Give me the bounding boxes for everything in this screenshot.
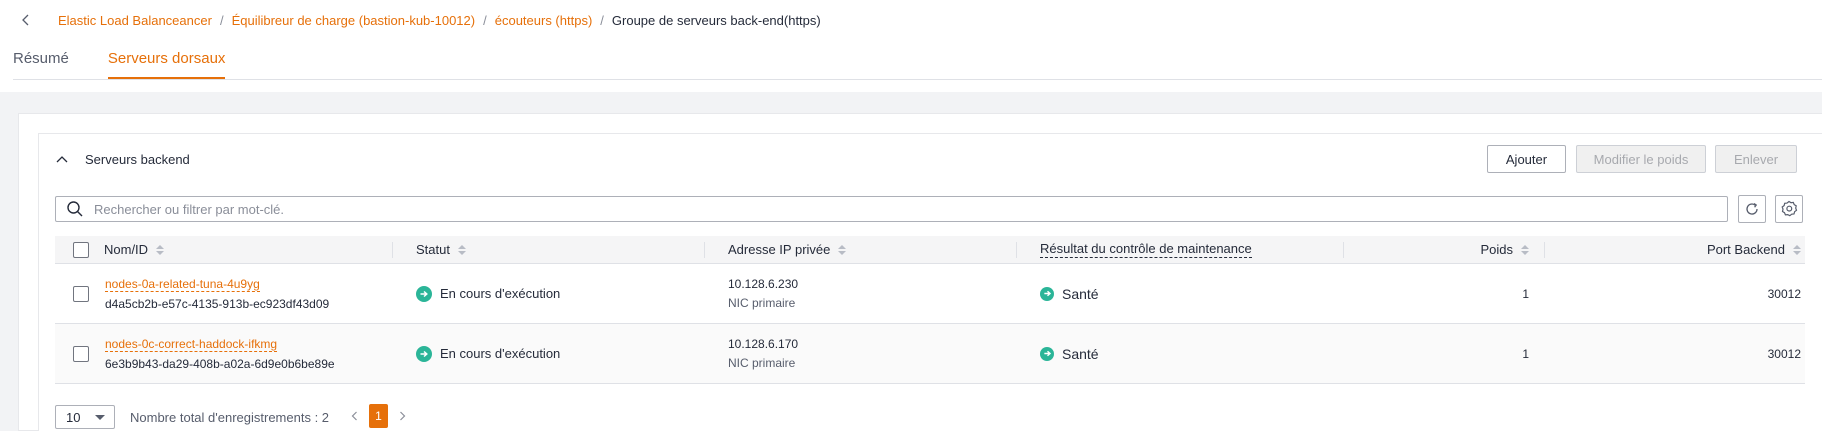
- column-separator: [392, 242, 393, 258]
- prev-page-button[interactable]: [347, 408, 361, 424]
- running-status-icon: [416, 285, 432, 302]
- chevron-left-icon: [351, 411, 358, 421]
- chevron-up-icon[interactable]: [55, 152, 69, 166]
- status-text: En cours d'exécution: [440, 346, 561, 361]
- weight-value: 1: [1522, 346, 1529, 361]
- search-icon: [66, 200, 84, 218]
- nic-type: NIC primaire: [728, 356, 796, 370]
- backend-servers-table: Nom/ID Statut Adresse IP privée Résultat…: [55, 236, 1805, 384]
- column-header-weight[interactable]: Poids: [1480, 242, 1513, 257]
- column-separator: [1343, 242, 1344, 258]
- breadcrumb-separator: /: [600, 12, 604, 28]
- column-separator: [1544, 242, 1545, 258]
- page-button-current[interactable]: 1: [369, 404, 388, 428]
- server-id: 6e3b9b43-da29-408b-a02a-6d9e0b6be89e: [105, 356, 335, 371]
- breadcrumb-listener-link[interactable]: écouteurs (https): [495, 13, 593, 28]
- back-arrow-icon[interactable]: [18, 12, 34, 28]
- tabs-divider: [13, 79, 1822, 80]
- sort-icon[interactable]: [838, 244, 847, 255]
- health-status: Santé: [1062, 345, 1099, 362]
- total-records: Nombre total d'enregistrements : 2: [130, 410, 330, 425]
- gear-icon: [1780, 200, 1798, 218]
- page-size-value: 10: [66, 409, 81, 425]
- nic-type: NIC primaire: [728, 296, 796, 310]
- server-name-link[interactable]: nodes-0a-related-tuna-4u9yg: [105, 277, 260, 292]
- healthy-status-icon: [1040, 286, 1054, 301]
- next-page-button[interactable]: [395, 408, 409, 424]
- column-header-status[interactable]: Statut: [416, 242, 450, 257]
- tab-bar: Résumé Serveurs dorsaux: [13, 50, 264, 80]
- breadcrumb-elb-link[interactable]: Elastic Load Balanceancer: [58, 13, 212, 28]
- sort-icon[interactable]: [1793, 244, 1801, 255]
- chevron-right-icon: [399, 411, 406, 421]
- page-size-select[interactable]: 10: [55, 405, 115, 429]
- backend-port-value: 30012: [1767, 286, 1801, 301]
- breadcrumb-load-balancer-link[interactable]: Équilibreur de charge (bastion-kub-10012…: [232, 13, 476, 28]
- private-ip: 10.128.6.170: [728, 337, 799, 351]
- sort-icon[interactable]: [156, 244, 165, 255]
- table-row: nodes-0a-related-tuna-4u9yg d4a5cb2b-e57…: [55, 264, 1805, 324]
- row-checkbox[interactable]: [73, 345, 89, 362]
- column-separator: [1016, 242, 1017, 258]
- add-button[interactable]: Ajouter: [1487, 145, 1566, 173]
- refresh-icon: [1744, 201, 1760, 217]
- column-header-private-ip[interactable]: Adresse IP privée: [728, 242, 830, 257]
- table-header-row: Nom/ID Statut Adresse IP privée Résultat…: [55, 236, 1805, 264]
- healthy-status-icon: [1040, 346, 1054, 361]
- modify-weight-button[interactable]: Modifier le poids: [1576, 145, 1706, 173]
- panel-title: Serveurs backend: [85, 151, 190, 167]
- panel-header: Serveurs backend: [55, 150, 190, 168]
- status-text: En cours d'exécution: [440, 286, 561, 301]
- health-status: Santé: [1062, 285, 1099, 302]
- column-header-health-check[interactable]: Résultat du contrôle de maintenance: [1040, 241, 1252, 258]
- breadcrumb: Elastic Load Balanceancer / Équilibreur …: [18, 10, 821, 30]
- running-status-icon: [416, 345, 432, 362]
- table-row: nodes-0c-correct-haddock-ifkmg 6e3b9b43-…: [55, 324, 1805, 384]
- search-input[interactable]: [94, 201, 1727, 217]
- column-header-name[interactable]: Nom/ID: [104, 242, 148, 257]
- sort-icon[interactable]: [1521, 244, 1529, 255]
- tab-backend-servers[interactable]: Serveurs dorsaux: [107, 50, 226, 80]
- backend-port-value: 30012: [1767, 346, 1801, 361]
- settings-button[interactable]: [1775, 195, 1803, 223]
- column-header-backend-port[interactable]: Port Backend: [1707, 242, 1785, 257]
- search-bar: [55, 196, 1728, 222]
- breadcrumb-current: Groupe de serveurs back-end(https): [611, 12, 821, 28]
- server-id: d4a5cb2b-e57c-4135-913b-ec923df43d09: [105, 296, 330, 311]
- caret-down-icon: [95, 415, 105, 420]
- select-all-checkbox[interactable]: [73, 241, 89, 258]
- column-separator: [704, 242, 705, 258]
- sort-icon[interactable]: [457, 244, 466, 255]
- remove-button[interactable]: Enlever: [1715, 145, 1797, 173]
- server-name-link[interactable]: nodes-0c-correct-haddock-ifkmg: [105, 337, 278, 352]
- weight-value: 1: [1522, 286, 1529, 301]
- row-checkbox[interactable]: [73, 285, 89, 302]
- breadcrumb-separator: /: [483, 12, 487, 28]
- refresh-button[interactable]: [1738, 195, 1766, 223]
- breadcrumb-separator: /: [219, 12, 224, 28]
- private-ip: 10.128.6.230: [728, 277, 799, 291]
- tab-summary[interactable]: Résumé: [13, 50, 69, 80]
